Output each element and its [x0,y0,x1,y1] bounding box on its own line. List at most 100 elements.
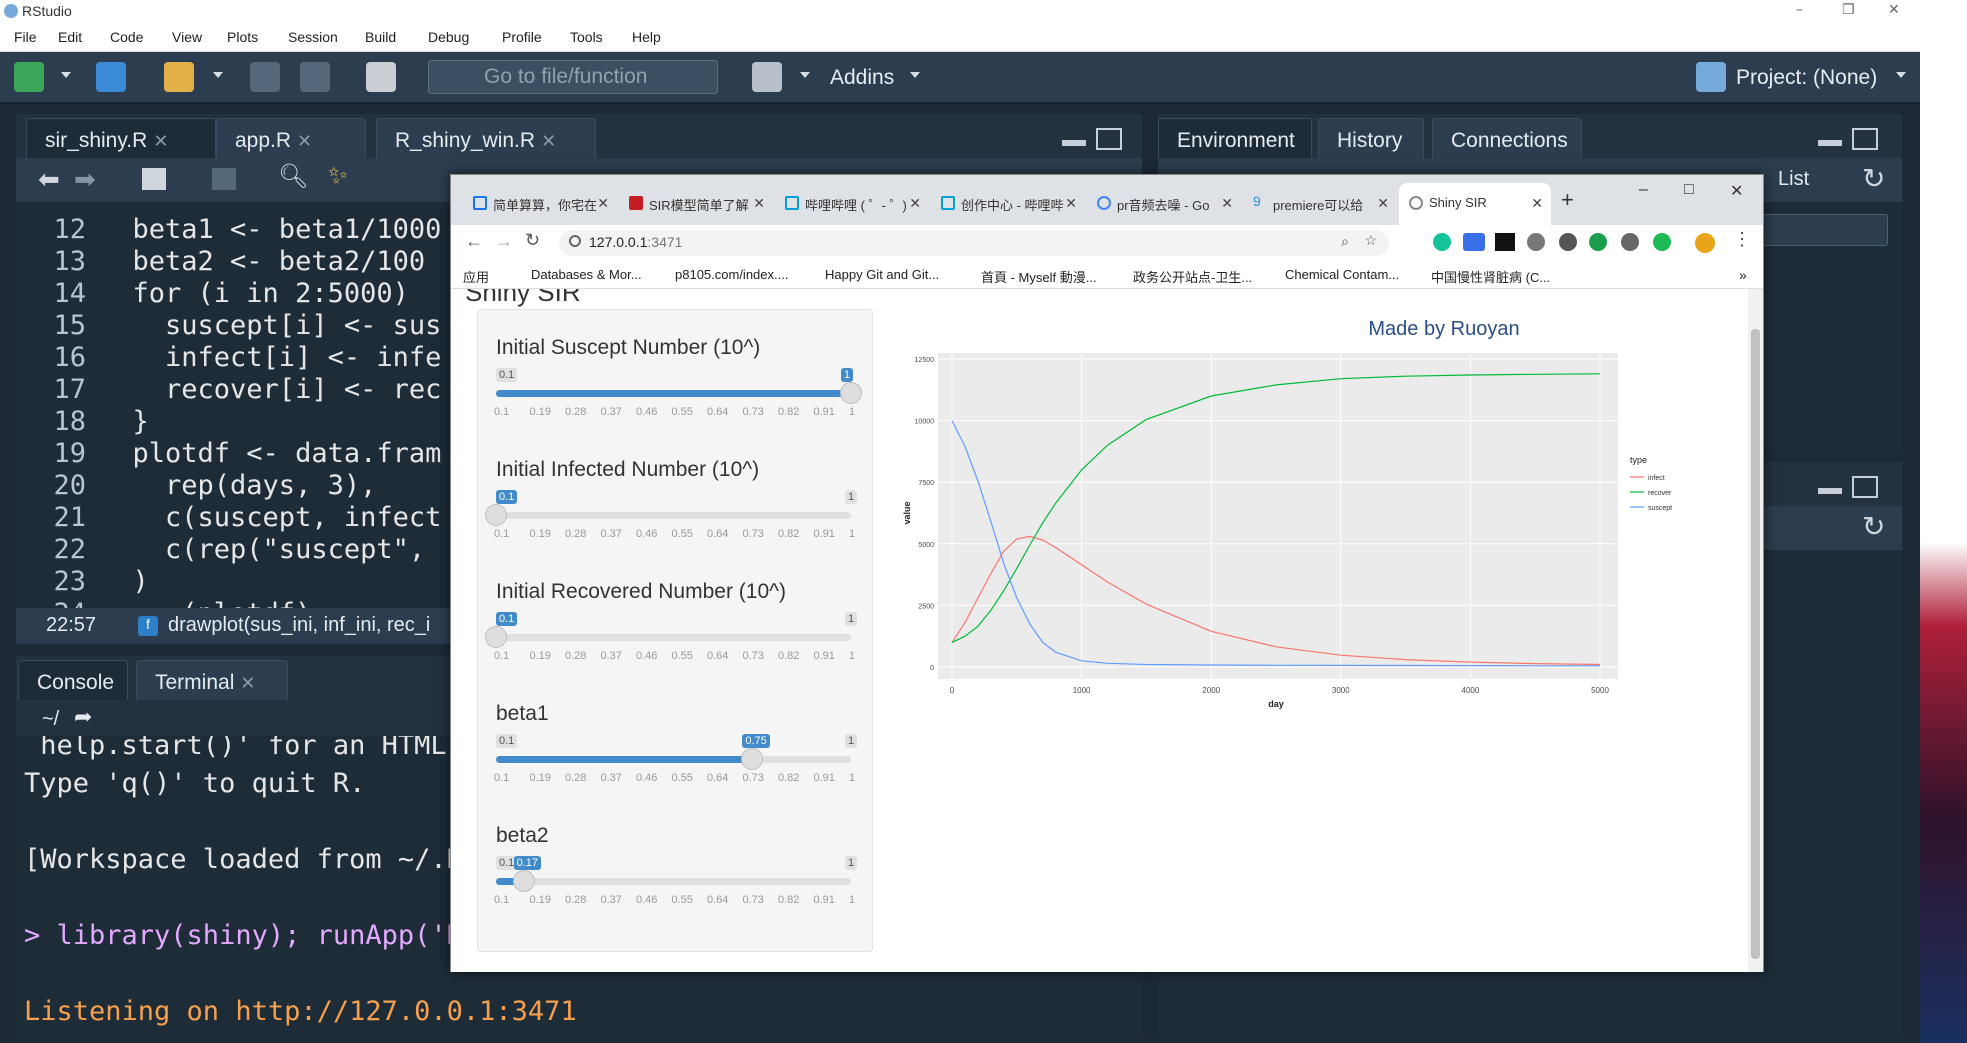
refresh-icon[interactable]: ↻ [1862,510,1885,543]
save-icon[interactable] [212,168,236,190]
bookmark-item[interactable]: Chemical Contam... [1285,267,1399,282]
chevron-down-icon[interactable] [1896,72,1906,78]
close-icon[interactable]: ✕ [1221,195,1233,212]
restore-icon[interactable]: ❐ [1842,2,1855,18]
menu-file[interactable]: File [14,29,37,45]
browser-tab[interactable]: 创作中心 - 哔哩哔 ✕ [931,183,1085,225]
menu-debug[interactable]: Debug [428,29,469,45]
tab-environment[interactable]: Environment [1158,118,1312,160]
maximize-pane-icon[interactable] [1852,128,1878,150]
tab-console[interactable]: Console [18,660,128,702]
browser-tab[interactable]: SIR模型简单了解 ✕ [619,183,773,225]
save-all-icon[interactable] [300,62,330,92]
go-to-directory-icon[interactable]: ➦ [74,704,92,730]
menu-tools[interactable]: Tools [570,29,603,45]
more-bookmarks-icon[interactable]: » [1739,267,1747,283]
code-line[interactable]: c(suscept, infect [100,502,441,533]
bookmark-apps[interactable]: 应用 [463,267,489,286]
search-icon[interactable]: 🔍︎ [278,162,308,191]
minimize-pane-icon[interactable] [1818,488,1842,494]
close-icon[interactable]: ✕ [240,673,255,693]
code-line[interactable]: rep(days, 3), [100,470,376,501]
slider-handle[interactable] [485,504,507,526]
menu-profile[interactable]: Profile [502,29,542,45]
tab-app[interactable]: app.R ✕ [216,118,366,160]
menu-session[interactable]: Session [288,29,338,45]
close-icon[interactable]: ✕ [597,195,609,212]
code-line[interactable]: for (i in 2:5000) [100,278,425,309]
zoom-icon[interactable]: ⌕ [1341,233,1349,250]
refresh-icon[interactable]: ↻ [1862,162,1885,195]
code-line[interactable]: suscept[i] <- sus [100,310,441,341]
slider-track[interactable] [496,756,851,763]
code-line[interactable]: beta1 <- beta1/1000 [100,214,442,245]
back-arrow-icon[interactable]: ← [465,231,483,252]
tab-sir-shiny[interactable]: sir_shiny.R ✕ [26,118,216,160]
close-icon[interactable]: ✕ [297,131,312,151]
scrollbar-thumb[interactable] [1751,329,1760,959]
magic-wand-icon[interactable]: ✨︎ [328,162,348,190]
show-in-window-icon[interactable] [142,168,166,190]
back-arrow-icon[interactable]: ⬅ [38,164,60,195]
grid-layout-icon[interactable] [752,62,782,92]
save-icon[interactable] [250,62,280,92]
avatar[interactable] [1695,233,1715,253]
minimize-pane-icon[interactable] [1818,140,1842,146]
more-menu-icon[interactable]: ⋮ [1733,229,1751,250]
menu-plots[interactable]: Plots [227,29,258,45]
close-icon[interactable]: ✕ [1065,195,1077,212]
code-line[interactable]: } [100,406,149,437]
chevron-down-icon[interactable] [61,72,71,78]
menu-build[interactable]: Build [365,29,396,45]
code-line[interactable]: beta2 <- beta2/100 [100,246,426,277]
slider-handle[interactable] [840,382,862,404]
bookmark-item[interactable]: 中国慢性肾脏病 (C... [1431,267,1550,286]
close-icon[interactable]: ✕ [753,195,765,212]
list-view-menu[interactable]: List [1778,168,1809,191]
slider-handle[interactable] [512,870,535,892]
browser-tab-active[interactable]: Shiny SIR ✕ [1399,183,1551,225]
project-icon[interactable] [1696,62,1726,92]
new-project-icon[interactable] [96,62,126,92]
new-file-icon[interactable] [14,62,44,92]
chevron-down-icon[interactable] [910,72,920,78]
maximize-icon[interactable]: □ [1684,181,1694,199]
extension-icon[interactable] [1463,233,1485,251]
tab-connections[interactable]: Connections [1432,118,1582,160]
url-input[interactable]: 127.0.0.1:3471 ⌕ ☆ [559,230,1389,256]
star-icon[interactable]: ☆ [1364,232,1377,249]
maximize-pane-icon[interactable] [1852,476,1878,498]
browser-tab[interactable]: 简单算算，你宅在 ✕ [463,183,617,225]
bookmark-item[interactable]: Happy Git and Git... [825,267,939,282]
extension-icon[interactable] [1589,233,1607,251]
close-icon[interactable]: ✕ [153,131,168,151]
project-menu[interactable]: Project: (None) [1736,66,1877,90]
menu-view[interactable]: View [172,29,202,45]
code-line[interactable]: plotdf <- data.fram [100,438,442,469]
extension-icon[interactable] [1653,233,1671,251]
tab-terminal[interactable]: Terminal ✕ [136,660,288,702]
code-line[interactable]: infect[i] <- infe [100,342,441,373]
tab-history[interactable]: History [1318,118,1424,160]
menu-code[interactable]: Code [110,29,143,45]
info-icon[interactable] [569,235,581,247]
chevron-down-icon[interactable] [800,72,810,78]
go-to-file-input[interactable]: Go to file/function [428,60,718,94]
code-line[interactable]: c(rep("suscept", [100,534,425,565]
forward-arrow-icon[interactable]: → [495,231,513,252]
browser-tab[interactable]: 9 premiere可以给 ✕ [1243,183,1397,225]
bookmark-item[interactable]: p8105.com/index.... [675,267,788,282]
print-icon[interactable] [366,62,396,92]
slider-track[interactable] [496,634,851,641]
extension-icon[interactable] [1621,233,1639,251]
code-line[interactable]: recover[i] <- rec [100,374,441,405]
minimize-icon[interactable]: – [1796,2,1803,18]
code-line[interactable]: ...(plotdf) [100,598,312,608]
extension-icon[interactable] [1559,233,1577,251]
close-icon[interactable]: ✕ [1531,195,1543,212]
code-line[interactable]: ) [100,566,149,597]
chevron-down-icon[interactable] [213,72,223,78]
browser-tab[interactable]: pr音频去噪 - Go ✕ [1087,183,1241,225]
extension-icon[interactable] [1495,233,1515,251]
forward-arrow-icon[interactable]: ➡ [74,164,96,195]
